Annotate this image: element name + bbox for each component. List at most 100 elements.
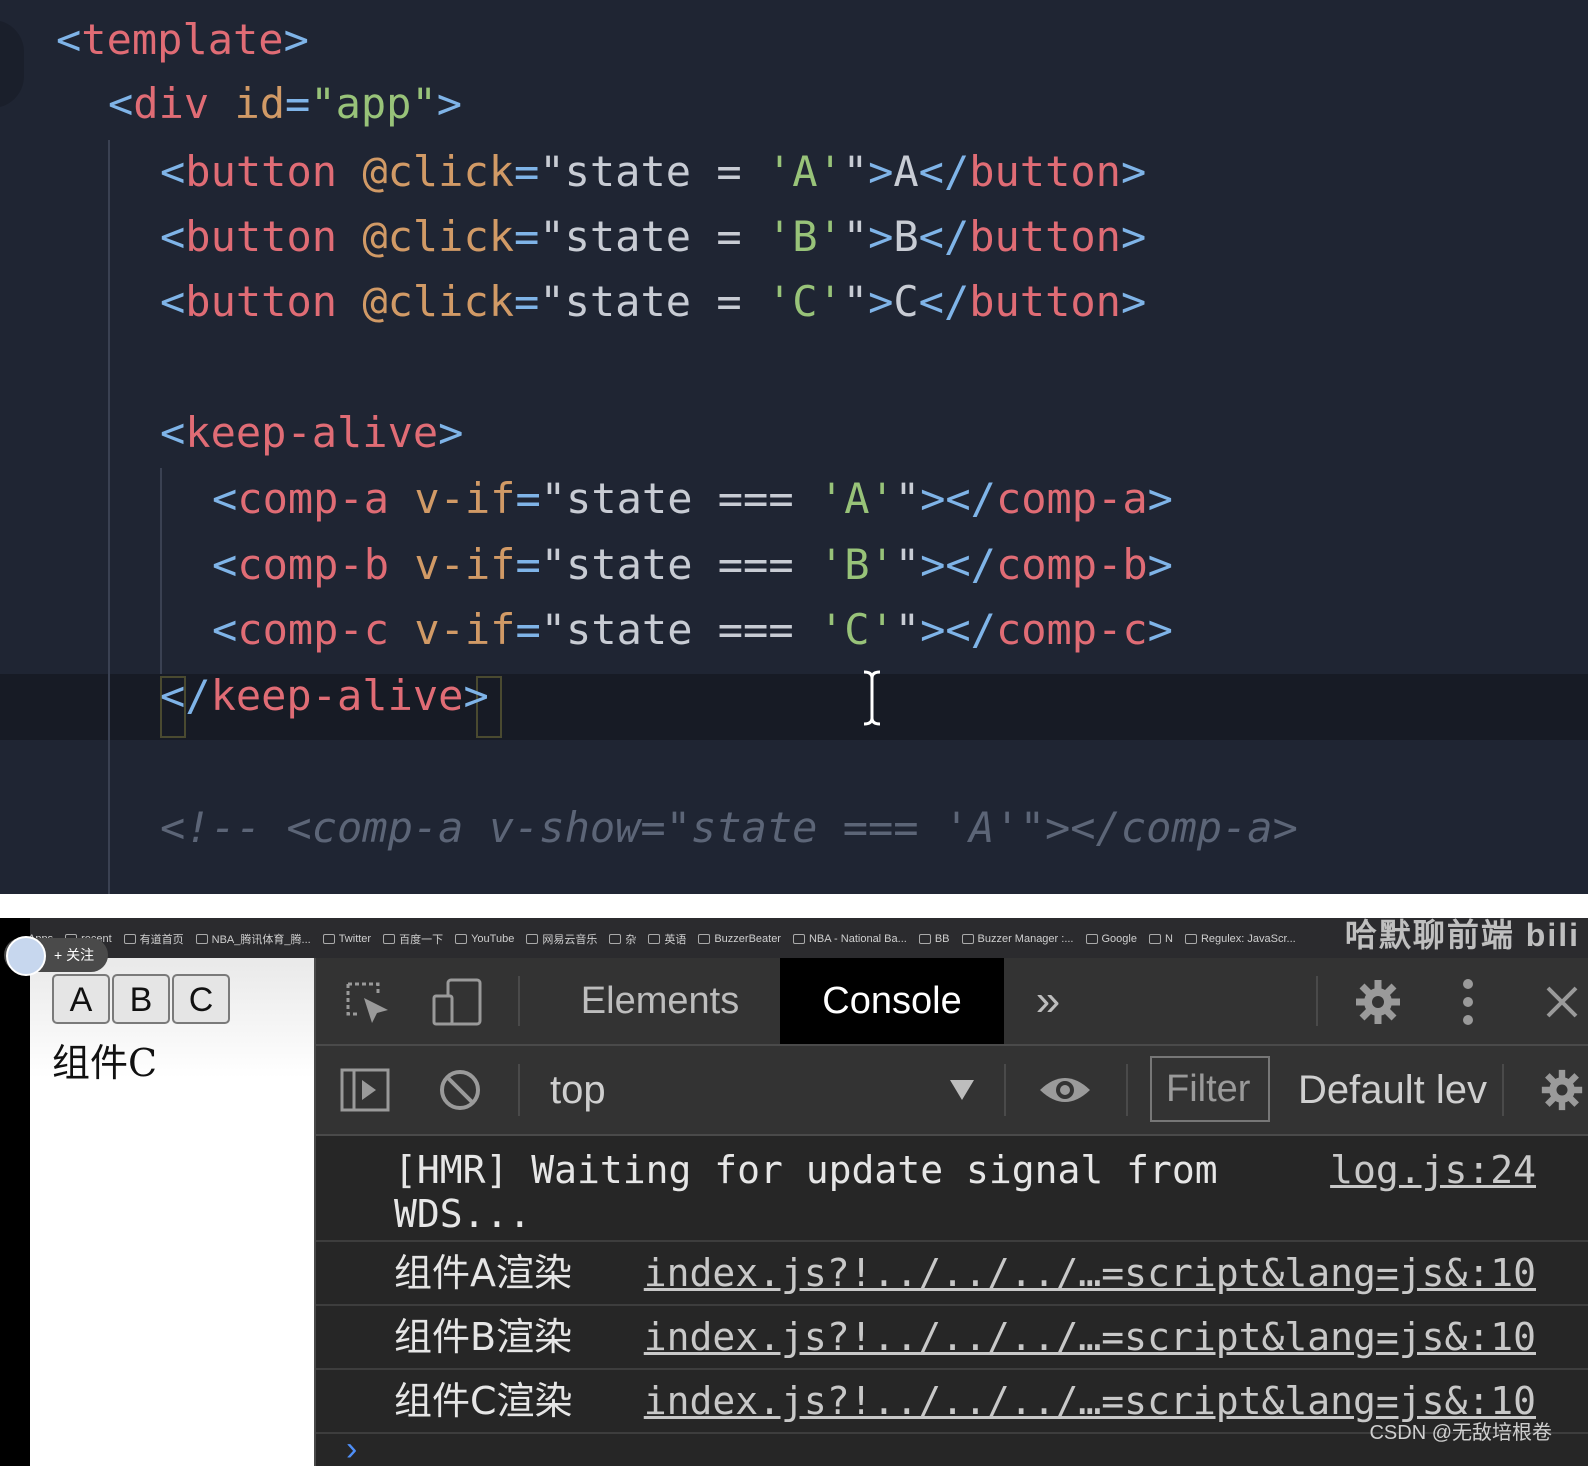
code-token: " [894, 605, 921, 654]
code-token: < [160, 408, 186, 457]
devtools-toolbar: Elements Console » [316, 958, 1588, 1046]
bookmark-icon [609, 934, 622, 944]
bookmark-item[interactable]: 有道首页 [123, 931, 184, 947]
devtools-panel: Elements Console » top Filter Default le… [314, 958, 1588, 1466]
eye-icon[interactable] [1038, 1072, 1092, 1108]
bookmark-icon [648, 934, 661, 944]
code-token: comp-a [237, 474, 415, 523]
bookmark-item[interactable]: 网易云音乐 [526, 931, 597, 947]
code-token: 'B' [818, 540, 895, 589]
code-token: = [514, 277, 540, 326]
tab-console[interactable]: Console [780, 958, 1004, 1044]
code-line[interactable]: <button @click="state = 'A'">A</button> [160, 142, 1146, 202]
code-line[interactable]: <comp-b v-if="state === 'B'"></comp-b> [212, 535, 1173, 595]
bookmark-label: 网易云音乐 [542, 934, 598, 946]
code-token: > [868, 277, 894, 326]
inspect-element-icon[interactable] [344, 980, 392, 1024]
bookmark-item[interactable]: NBA_腾讯体育_腾... [195, 931, 311, 947]
code-token: @click [362, 147, 515, 196]
context-selector[interactable]: top [550, 1046, 606, 1134]
bookmark-icon [455, 934, 468, 944]
button-a[interactable]: A [52, 974, 110, 1024]
bookmark-item[interactable]: YouTube [455, 933, 514, 945]
bookmark-icon [698, 934, 711, 944]
code-token: > [1120, 277, 1147, 326]
code-token: < [160, 277, 186, 326]
code-token: template [81, 15, 284, 64]
toolbar-separator [1004, 1064, 1006, 1116]
code-token: > [868, 147, 894, 196]
code-token: 'C' [766, 277, 843, 326]
kebab-menu-icon[interactable] [1462, 978, 1474, 1026]
bookmark-label: 有道首页 [139, 934, 184, 946]
bookmark-item[interactable]: Regulex: JavaScr... [1184, 933, 1296, 945]
device-toolbar-icon[interactable] [432, 978, 484, 1026]
console-settings-icon[interactable] [1540, 1068, 1584, 1112]
sidebar-toggle-icon[interactable] [340, 1068, 390, 1112]
code-line[interactable]: </keep-alive> [160, 666, 489, 726]
console-prompt-icon[interactable]: › [346, 1430, 357, 1466]
code-line[interactable]: <keep-alive> [160, 403, 463, 463]
code-line[interactable]: <template> [56, 10, 309, 70]
code-token: > [463, 671, 489, 720]
code-line[interactable]: <!-- <comp-a v-show="state === 'A'"></co… [160, 798, 1298, 858]
code-token: = [515, 540, 541, 589]
code-token: < [108, 79, 134, 128]
code-token: > [1120, 212, 1147, 261]
code-token: button [185, 147, 363, 196]
more-tabs-icon[interactable]: » [1020, 958, 1076, 1044]
code-token: </ [918, 212, 970, 261]
bookmark-icon [383, 934, 396, 944]
bookmark-item[interactable]: 英语 [648, 931, 686, 947]
bookmark-item[interactable]: BuzzerBeater [698, 933, 781, 945]
bookmark-item[interactable]: Twitter [322, 933, 372, 945]
message-source-link[interactable]: index.js?!../../../…=script&lang=js&:10 [644, 1250, 1536, 1296]
bookmark-label: Twitter [338, 933, 372, 945]
bookmark-item[interactable]: N [1148, 933, 1173, 945]
bookmark-item[interactable]: Buzzer Manager :... [961, 933, 1074, 945]
code-token: B [893, 212, 919, 261]
code-token: "state === [540, 605, 819, 654]
clear-console-icon[interactable] [438, 1068, 482, 1112]
filter-input[interactable]: Filter [1150, 1056, 1270, 1122]
code-token: < [56, 15, 82, 64]
chevron-down-icon[interactable] [950, 1080, 974, 1100]
code-token: " [842, 277, 869, 326]
bookmark-label: 杂 [625, 934, 637, 946]
log-levels-dropdown[interactable]: Default lev [1298, 1046, 1487, 1134]
code-editor[interactable]: <template> <div id="app"> <button @click="… [0, 0, 1588, 894]
message-source-link[interactable]: log.js:24 [1330, 1148, 1536, 1192]
close-icon[interactable] [1544, 984, 1580, 1020]
settings-gear-icon[interactable] [1354, 978, 1402, 1026]
bookmark-item[interactable]: BB [918, 933, 950, 945]
code-token: </ [160, 671, 211, 720]
text-cursor-icon [863, 670, 881, 726]
code-token: 'A' [766, 147, 843, 196]
code-line[interactable]: <comp-a v-if="state === 'A'"></comp-a> [212, 469, 1173, 529]
console-messages: [HMR] Waiting for update signal from WDS… [316, 1136, 1588, 1434]
message-source-link[interactable]: index.js?!../../../…=script&lang=js&:10 [644, 1314, 1536, 1360]
bookmark-label: BB [934, 933, 950, 945]
avatar[interactable] [6, 936, 46, 976]
code-line[interactable]: <button @click="state = 'C'">C</button> [160, 272, 1146, 332]
bookmark-item[interactable]: Google [1085, 933, 1137, 945]
code-token: "state = [539, 277, 767, 326]
bookmark-item[interactable]: 百度一下 [383, 931, 443, 947]
bookmark-label: Google [1101, 933, 1137, 945]
button-c[interactable]: C [172, 974, 230, 1024]
code-token: > [1120, 147, 1147, 196]
code-line[interactable]: <comp-c v-if="state === 'C'"></comp-c> [212, 600, 1173, 660]
code-token: keep-alive [210, 671, 464, 720]
button-b[interactable]: B [112, 974, 170, 1024]
code-token: div [133, 79, 235, 128]
code-token: "app" [310, 79, 437, 128]
bookmark-item[interactable]: NBA - National Ba... [792, 933, 907, 945]
code-line[interactable]: <div id="app"> [108, 74, 462, 134]
message-text: [HMR] Waiting for update signal from WDS… [394, 1148, 1218, 1236]
code-token: " [842, 147, 869, 196]
bookmark-icon [526, 934, 539, 944]
toolbar-separator [1316, 976, 1318, 1026]
bookmark-item[interactable]: 杂 [609, 931, 636, 947]
tab-elements[interactable]: Elements [560, 958, 760, 1044]
code-line[interactable]: <button @click="state = 'B'">B</button> [160, 207, 1146, 267]
